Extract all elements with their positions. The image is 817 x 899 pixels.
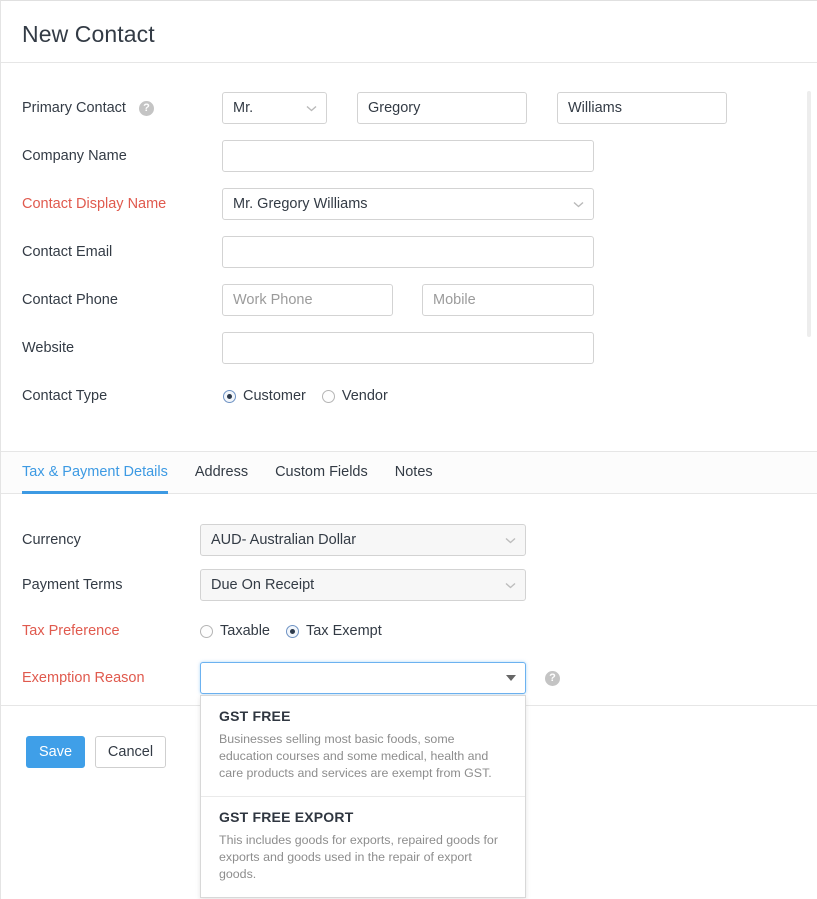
caret-down-icon: [506, 663, 516, 693]
chevron-down-icon: [306, 93, 317, 123]
radio-indicator-selected: [286, 625, 299, 638]
radio-label-taxable: Taxable: [220, 623, 270, 639]
website-label: Website: [22, 332, 74, 364]
tab-label: Tax & Payment Details: [22, 464, 168, 480]
radio-indicator: [322, 390, 335, 403]
dropdown-option-gst-free[interactable]: GST FREE Businesses selling most basic f…: [201, 696, 525, 796]
tab-notes[interactable]: Notes: [395, 452, 433, 494]
page-header: New Contact: [1, 1, 817, 63]
work-phone-input[interactable]: [222, 284, 393, 316]
chevron-down-icon: [573, 189, 584, 219]
field-row-exemption-reason: Exemption Reason ?: [1, 662, 817, 694]
radio-contact-type-vendor[interactable]: Vendor: [322, 388, 388, 404]
exemption-reason-select[interactable]: [200, 662, 526, 694]
radio-tax-preference-tax-exempt[interactable]: Tax Exempt: [286, 623, 382, 639]
first-name-input[interactable]: [357, 92, 527, 124]
field-row-contact-email: Contact Email: [1, 236, 817, 268]
dropdown-option-description: This includes goods for exports, repaire…: [219, 832, 507, 883]
tab-label: Notes: [395, 464, 433, 480]
field-row-contact-display-name: Contact Display Name Mr. Gregory William…: [1, 188, 817, 220]
contact-email-label: Contact Email: [22, 236, 112, 268]
contact-display-name-label: Contact Display Name: [22, 188, 166, 220]
contact-type-radio-group: Customer Vendor: [223, 380, 404, 412]
form-actions: Save Cancel: [26, 736, 166, 768]
tab-label: Custom Fields: [275, 464, 368, 480]
field-row-payment-terms: Payment Terms Due On Receipt: [1, 569, 817, 601]
last-name-input[interactable]: [557, 92, 727, 124]
exemption-reason-dropdown: GST FREE Businesses selling most basic f…: [200, 695, 526, 898]
dropdown-option-title: GST FREE EXPORT: [219, 809, 507, 825]
page-title: New Contact: [22, 21, 155, 48]
tab-label: Address: [195, 464, 248, 480]
tax-and-payment-details-panel: Currency AUD- Australian Dollar Payment …: [1, 494, 817, 705]
contact-phone-label: Contact Phone: [22, 284, 118, 316]
dropdown-option-description: Businesses selling most basic foods, som…: [219, 731, 507, 782]
dropdown-option-gst-free-export[interactable]: GST FREE EXPORT This includes goods for …: [201, 796, 525, 897]
salutation-select[interactable]: Mr.: [222, 92, 327, 124]
save-button[interactable]: Save: [26, 736, 85, 768]
mobile-phone-input[interactable]: [422, 284, 594, 316]
company-name-label: Company Name: [22, 140, 127, 172]
contact-type-label: Contact Type: [22, 380, 107, 412]
radio-label-tax-exempt: Tax Exempt: [306, 623, 382, 639]
tab-custom-fields[interactable]: Custom Fields: [275, 452, 368, 494]
tab-tax-and-payment-details[interactable]: Tax & Payment Details: [22, 452, 168, 494]
dropdown-option-title: GST FREE: [219, 708, 507, 724]
chevron-down-icon: [505, 570, 516, 600]
radio-contact-type-customer[interactable]: Customer: [223, 388, 306, 404]
question-mark-icon[interactable]: ?: [545, 671, 560, 686]
tab-address[interactable]: Address: [195, 452, 248, 494]
new-contact-page: New Contact Primary Contact ? Mr. Compan…: [0, 0, 817, 899]
tax-preference-label: Tax Preference: [22, 615, 120, 647]
tab-bar: Tax & Payment Details Address Custom Fie…: [1, 451, 817, 494]
radio-indicator-selected: [223, 390, 236, 403]
field-row-contact-phone: Contact Phone: [1, 284, 817, 316]
currency-select[interactable]: AUD- Australian Dollar: [200, 524, 526, 556]
primary-contact-label: Primary Contact: [22, 92, 126, 124]
field-row-primary-contact: Primary Contact ? Mr.: [1, 92, 817, 124]
contact-display-name-select[interactable]: Mr. Gregory Williams: [222, 188, 594, 220]
field-row-website: Website: [1, 332, 817, 364]
contact-display-name-value: Mr. Gregory Williams: [233, 196, 368, 212]
payment-terms-value: Due On Receipt: [211, 577, 314, 593]
vertical-scrollbar[interactable]: [807, 91, 811, 337]
radio-label-customer: Customer: [243, 388, 306, 404]
radio-label-vendor: Vendor: [342, 388, 388, 404]
payment-terms-select[interactable]: Due On Receipt: [200, 569, 526, 601]
currency-label: Currency: [22, 524, 81, 556]
cancel-button[interactable]: Cancel: [95, 736, 166, 768]
field-row-currency: Currency AUD- Australian Dollar: [1, 524, 817, 556]
payment-terms-label: Payment Terms: [22, 569, 122, 601]
salutation-value: Mr.: [233, 100, 253, 116]
tax-preference-radio-group: Taxable Tax Exempt: [200, 615, 398, 647]
radio-tax-preference-taxable[interactable]: Taxable: [200, 623, 270, 639]
contact-email-input[interactable]: [222, 236, 594, 268]
radio-indicator: [200, 625, 213, 638]
website-input[interactable]: [222, 332, 594, 364]
question-mark-icon[interactable]: ?: [139, 101, 154, 116]
company-name-input[interactable]: [222, 140, 594, 172]
field-row-company-name: Company Name: [1, 140, 817, 172]
field-row-tax-preference: Tax Preference Taxable Tax Exempt: [1, 615, 817, 647]
currency-value: AUD- Australian Dollar: [211, 532, 356, 548]
chevron-down-icon: [505, 525, 516, 555]
contact-details-form: Primary Contact ? Mr. Company Name Conta…: [1, 63, 817, 451]
exemption-reason-label: Exemption Reason: [22, 662, 145, 694]
field-row-contact-type: Contact Type Customer Vendor: [1, 380, 817, 412]
